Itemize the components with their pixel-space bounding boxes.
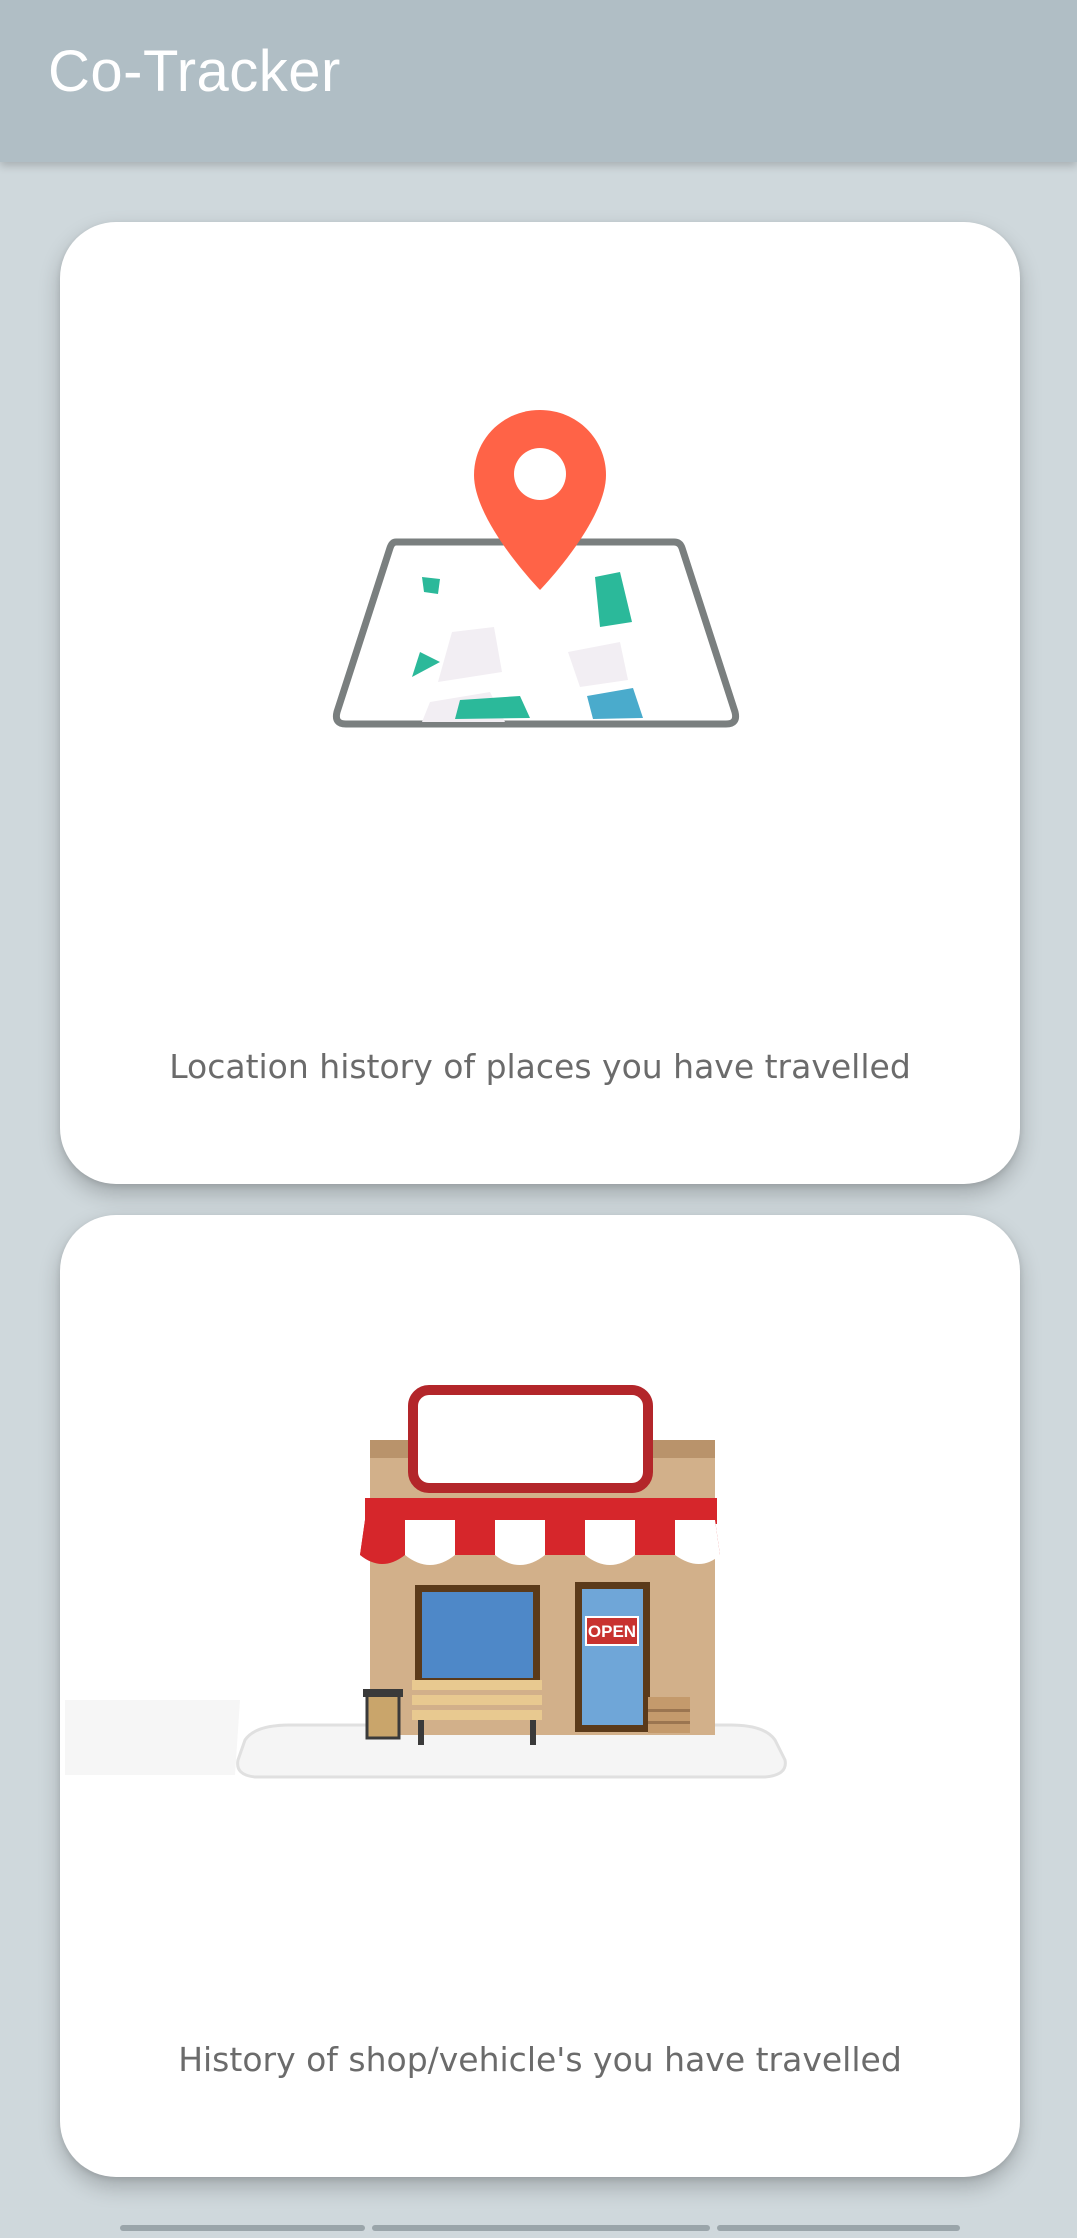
card-caption: Location history of places you have trav… xyxy=(169,1047,911,1086)
card-caption: History of shop/vehicle's you have trave… xyxy=(178,2040,902,2079)
app-bar: Co-Tracker xyxy=(0,0,1077,162)
page-indicator-segment xyxy=(120,2225,365,2231)
shop-history-card[interactable]: OPEN History of shop/vehicle's you have … xyxy=(60,1215,1020,2177)
location-history-card[interactable]: Location history of places you have trav… xyxy=(60,222,1020,1184)
page-indicator xyxy=(0,2225,1077,2231)
open-sign: OPEN xyxy=(588,1622,636,1641)
page-indicator-segment xyxy=(717,2225,960,2231)
shop-storefront-icon: OPEN xyxy=(65,1385,787,1779)
app-title: Co-Tracker xyxy=(48,39,341,104)
map-pin-icon xyxy=(332,410,740,728)
page-indicator-segment xyxy=(372,2225,710,2231)
main-content: Location history of places you have trav… xyxy=(0,162,1077,2238)
